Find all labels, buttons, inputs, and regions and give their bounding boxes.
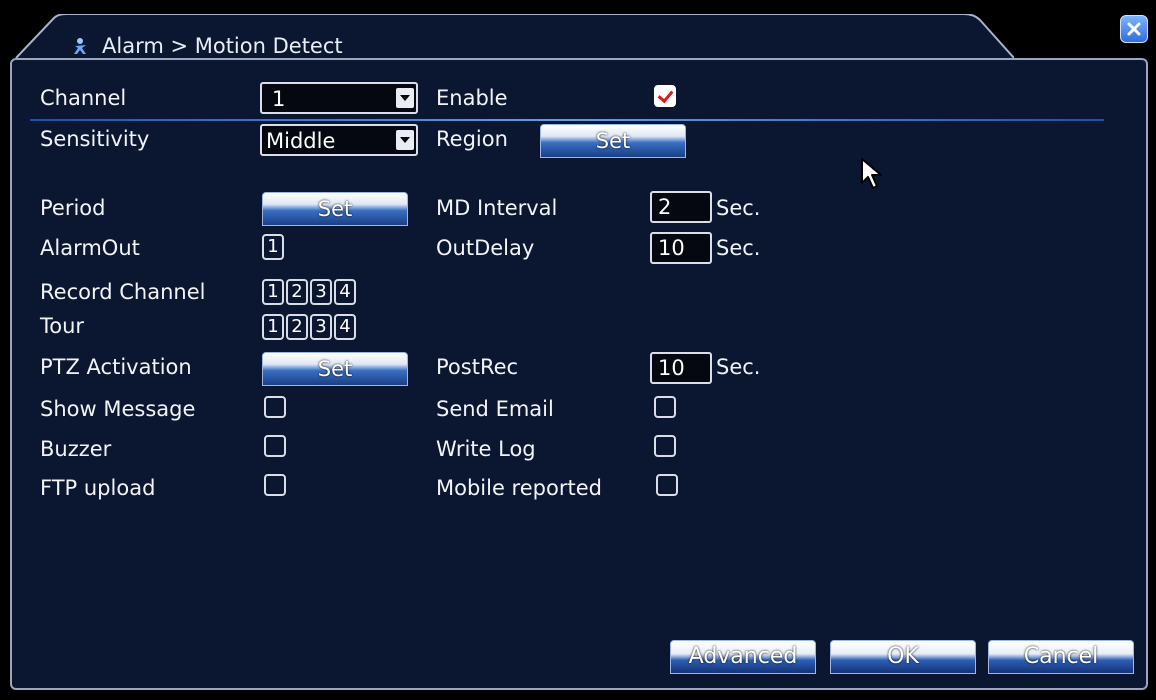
postrec-input[interactable]: 10 [650, 352, 712, 384]
outdelay-input[interactable]: 10 [650, 232, 712, 264]
record-channel-toggle[interactable]: 1 [262, 279, 284, 305]
alarmout-channels: 1 [262, 234, 284, 260]
chevron-down-icon [396, 130, 414, 150]
alarmout-channel-toggle[interactable]: 1 [262, 234, 284, 260]
title-bar: Alarm > Motion Detect [14, 14, 1014, 58]
section-divider [30, 119, 1104, 121]
motion-detect-window: Alarm > Motion Detect Channel 1 Enable S… [0, 0, 1156, 700]
ptz-set-button[interactable]: Set [262, 352, 408, 386]
ptz-activation-label: PTZ Activation [40, 355, 192, 379]
record-channels: 1 2 3 4 [262, 279, 356, 305]
channel-select[interactable]: 1 [260, 82, 418, 114]
enable-label: Enable [436, 86, 508, 110]
period-set-button[interactable]: Set [262, 192, 408, 226]
postrec-label: PostRec [436, 355, 519, 379]
buzzer-checkbox[interactable] [264, 435, 286, 457]
md-interval-label: MD Interval [436, 196, 558, 220]
record-channel-toggle[interactable]: 2 [286, 279, 308, 305]
mobile-reported-label: Mobile reported [436, 476, 602, 500]
tour-channel-toggle[interactable]: 2 [286, 314, 308, 340]
chevron-down-icon [396, 88, 414, 108]
record-channel-toggle[interactable]: 3 [310, 279, 332, 305]
period-label: Period [40, 196, 106, 220]
show-message-label: Show Message [40, 397, 196, 421]
send-email-checkbox[interactable] [654, 396, 676, 418]
md-interval-input[interactable]: 2 [650, 191, 712, 223]
write-log-label: Write Log [436, 437, 536, 461]
window-title: Alarm > Motion Detect [102, 34, 343, 58]
close-icon [1127, 22, 1141, 36]
channel-label: Channel [40, 86, 127, 110]
close-button[interactable] [1120, 15, 1148, 43]
mobile-reported-checkbox[interactable] [656, 474, 678, 496]
person-icon [72, 37, 90, 55]
md-interval-unit: Sec. [716, 196, 761, 220]
alarmout-label: AlarmOut [40, 236, 140, 260]
record-channel-toggle[interactable]: 4 [334, 279, 356, 305]
ok-button[interactable]: OK [830, 640, 976, 674]
sensitivity-label: Sensitivity [40, 127, 150, 151]
tour-label: Tour [40, 314, 85, 338]
record-channel-label: Record Channel [40, 280, 206, 304]
sensitivity-select[interactable]: Middle [260, 124, 418, 156]
outdelay-label: OutDelay [436, 236, 535, 260]
ftp-upload-label: FTP upload [40, 476, 156, 500]
region-label: Region [436, 127, 508, 151]
write-log-checkbox[interactable] [654, 435, 676, 457]
show-message-checkbox[interactable] [264, 396, 286, 418]
tour-channel-toggle[interactable]: 1 [262, 314, 284, 340]
tour-channel-toggle[interactable]: 4 [334, 314, 356, 340]
tour-channels: 1 2 3 4 [262, 314, 356, 340]
send-email-label: Send Email [436, 397, 554, 421]
buzzer-label: Buzzer [40, 437, 112, 461]
sensitivity-value: Middle [266, 129, 336, 153]
channel-value: 1 [272, 87, 286, 111]
advanced-button[interactable]: Advanced [670, 640, 816, 674]
cancel-button[interactable]: Cancel [988, 640, 1134, 674]
enable-checkbox[interactable] [654, 85, 676, 107]
postrec-unit: Sec. [716, 355, 761, 379]
outdelay-unit: Sec. [716, 236, 761, 260]
tour-channel-toggle[interactable]: 3 [310, 314, 332, 340]
region-set-button[interactable]: Set [540, 124, 686, 158]
ftp-upload-checkbox[interactable] [264, 474, 286, 496]
mouse-pointer-icon [861, 158, 882, 189]
